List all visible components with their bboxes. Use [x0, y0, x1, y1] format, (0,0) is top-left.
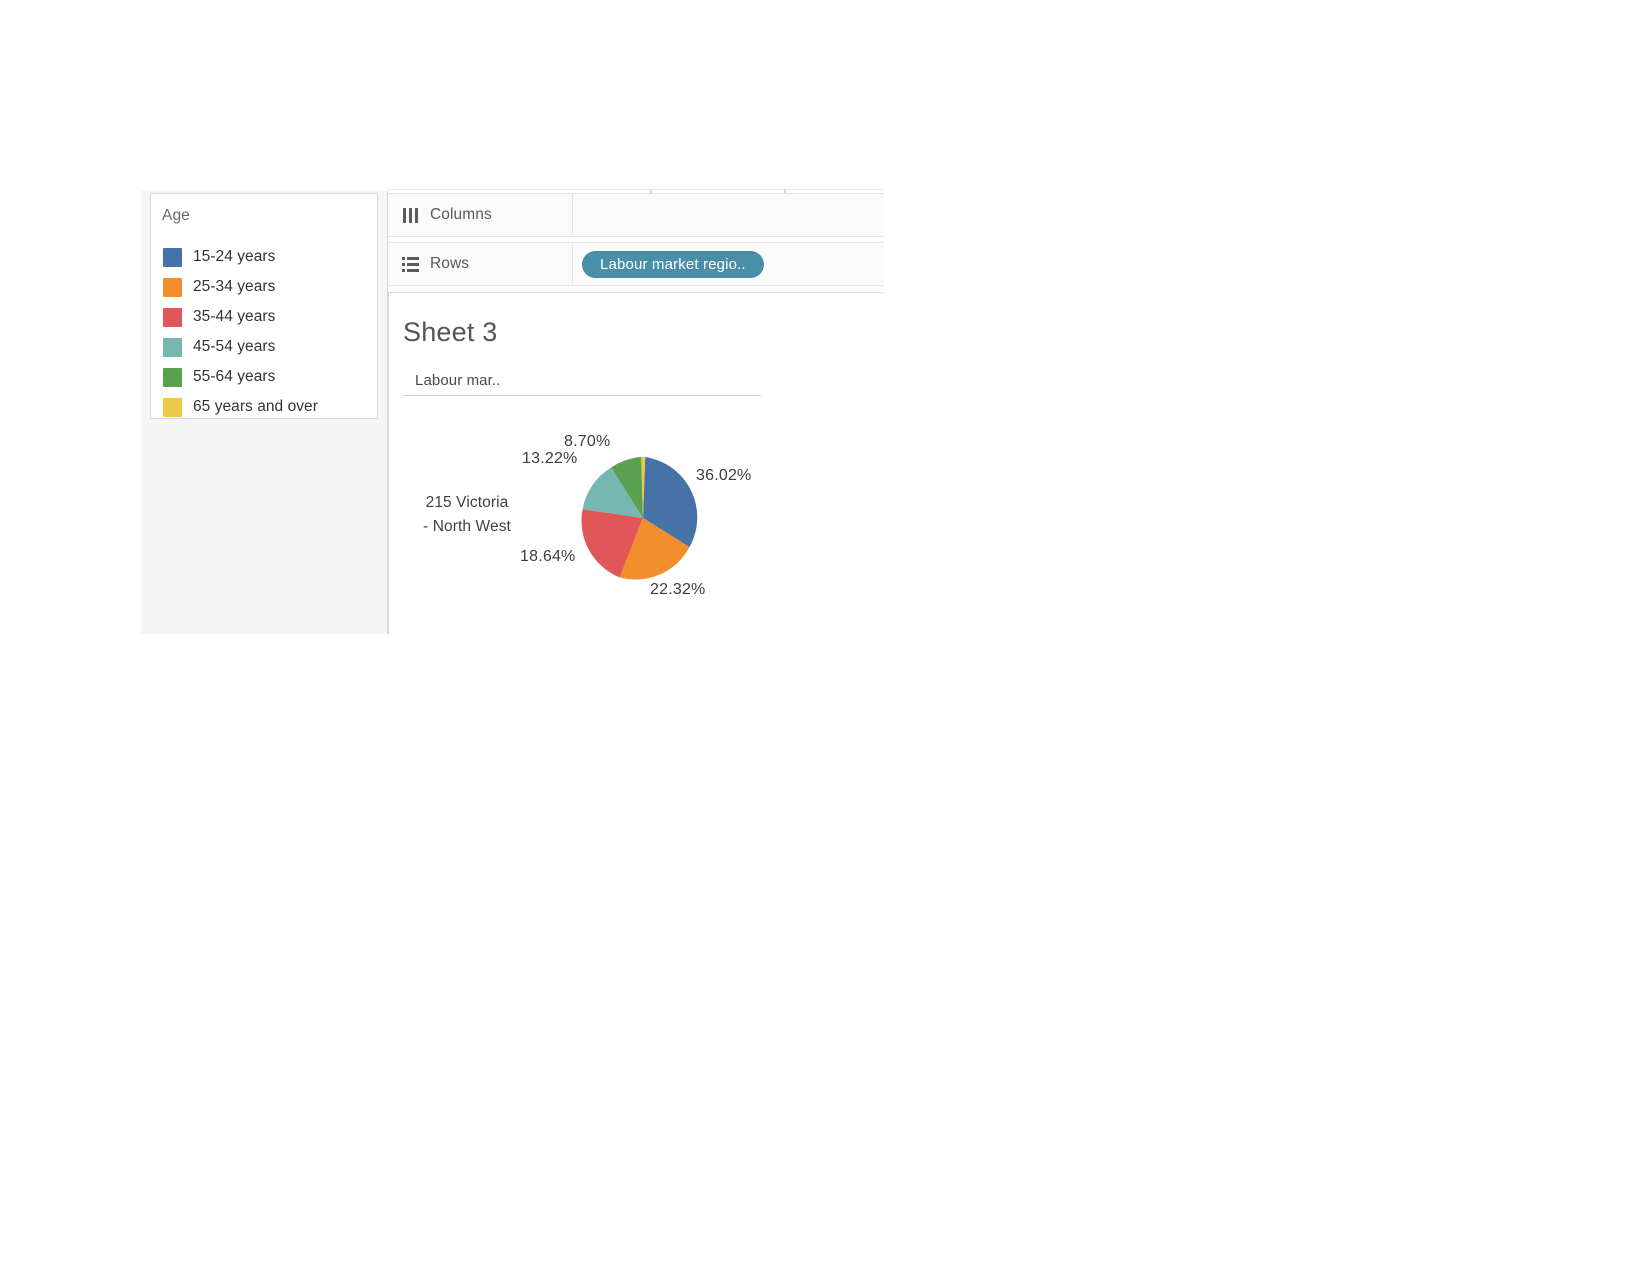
legend-item-15-24-years[interactable]: 15-24 years [151, 242, 377, 272]
legend-item-list: 15-24 years 25-34 years 35-44 years 45-5… [151, 242, 377, 422]
legend-item-45-54-years[interactable]: 45-54 years [151, 332, 377, 362]
legend-item-label: 65 years and over [193, 398, 318, 415]
pie-label-22-32: 22.32% [650, 581, 706, 598]
legend-panel: Age 15-24 years 25-34 years 35-44 years … [141, 191, 388, 634]
shelf-top-divider [388, 189, 884, 190]
columns-shelf[interactable]: Columns [388, 193, 884, 237]
rows-shelf-label: Rows [430, 255, 470, 272]
legend-swatch-icon [163, 307, 182, 327]
pie-label-13-22: 13.22% [522, 450, 578, 467]
pill-labour-market-region[interactable]: Labour market regio.. [582, 250, 764, 278]
rows-shelf-label-box: Rows [388, 243, 573, 285]
legend-item-label: 35-44 years [193, 308, 276, 325]
pie-chart-svg[interactable] [578, 453, 708, 583]
columns-shelf-dropzone[interactable] [573, 194, 884, 236]
columns-shelf-label: Columns [430, 206, 492, 223]
pie-label-18-64: 18.64% [520, 548, 576, 565]
legend-swatch-icon [163, 247, 182, 267]
worksheet-view: Sheet 3 Labour mar.. 215 Victoria - Nort… [388, 292, 884, 634]
pie-label-8-70: 8.70% [564, 433, 611, 450]
color-legend-card[interactable]: Age 15-24 years 25-34 years 35-44 years … [150, 193, 378, 419]
legend-swatch-icon [163, 367, 182, 387]
legend-item-35-44-years[interactable]: 35-44 years [151, 302, 377, 332]
legend-item-label: 15-24 years [193, 248, 276, 265]
pie-chart: 36.02% 22.32% 18.64% 13.22% 8.70% [389, 293, 884, 634]
rows-shelf-dropzone[interactable]: Labour market regio.. [573, 243, 884, 285]
pie-label-36-02: 36.02% [696, 467, 752, 484]
legend-swatch-icon [163, 337, 182, 357]
legend-item-label: 45-54 years [193, 338, 276, 355]
shelf-area: Columns Rows Labour market regio.. [388, 189, 884, 290]
legend-swatch-icon [163, 397, 182, 417]
legend-swatch-icon [163, 277, 182, 297]
legend-item-25-34-years[interactable]: 25-34 years [151, 272, 377, 302]
legend-title: Age [162, 207, 190, 224]
legend-item-label: 25-34 years [193, 278, 276, 295]
legend-item-55-64-years[interactable]: 55-64 years [151, 362, 377, 392]
columns-shelf-label-box: Columns [388, 194, 573, 236]
legend-item-label: 55-64 years [193, 368, 276, 385]
columns-icon [402, 207, 419, 223]
legend-item-65-years-and-over[interactable]: 65 years and over [151, 392, 377, 422]
rows-shelf[interactable]: Rows Labour market regio.. [388, 242, 884, 286]
rows-icon [402, 256, 419, 272]
